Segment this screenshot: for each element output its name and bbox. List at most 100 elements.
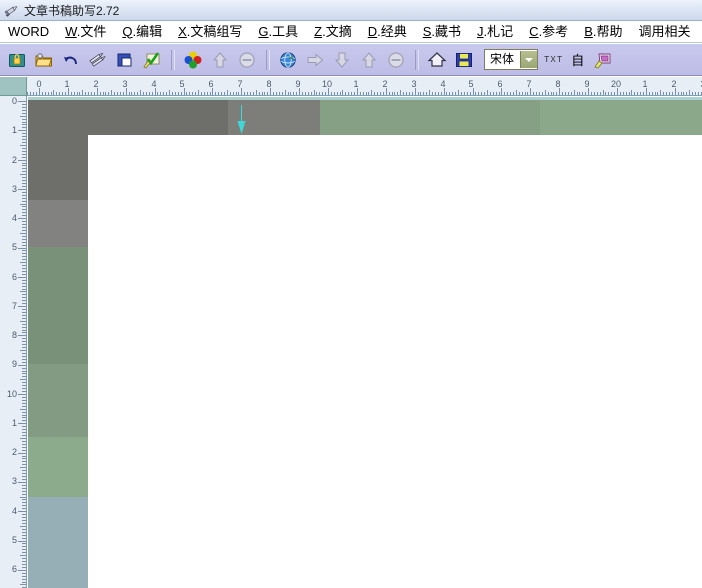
ruler-tick	[290, 92, 291, 95]
menu-item-label: .编辑	[132, 23, 163, 39]
ruler-tick	[643, 92, 644, 95]
ruler-tick	[91, 92, 92, 95]
home-icon[interactable]	[424, 47, 450, 73]
menu-item-notes[interactable]: J.札记	[469, 22, 521, 42]
ruler-tick	[175, 92, 176, 95]
ruler-corner[interactable]	[0, 77, 27, 96]
menu-item-file[interactable]: W.文件	[57, 22, 114, 42]
text-caret-arrow	[236, 105, 247, 135]
ruler-tick	[22, 376, 26, 377]
ruler-tick	[22, 529, 26, 530]
undo-icon[interactable]	[58, 47, 84, 73]
pencils-icon[interactable]	[85, 47, 111, 73]
lock-folder-icon[interactable]	[4, 47, 30, 73]
font-select-value: 宋体	[490, 52, 515, 66]
menu-item-label: WORD	[8, 23, 50, 39]
ruler-label: 10	[6, 389, 17, 399]
ruler-tick	[192, 92, 193, 95]
ruler-tick	[484, 92, 485, 95]
ruler-tick	[617, 88, 618, 95]
menu-item-library[interactable]: S.藏书	[415, 22, 469, 42]
ruler-tick	[435, 92, 436, 95]
ruler-tick	[426, 92, 427, 95]
ruler-tick	[18, 541, 26, 542]
menu-bar[interactable]: WORD W.文件 Q.编辑 X.文稿组写 G.工具 Z.文摘 D.经典 S.藏书 J.札记 C.…	[0, 21, 702, 43]
ruler-tick	[340, 92, 341, 95]
ruler-tick	[608, 92, 609, 95]
globe-icon[interactable]	[275, 47, 301, 73]
arrow-right-icon[interactable]	[302, 47, 328, 73]
ruler-tick	[22, 119, 26, 120]
ruler-tick	[152, 92, 153, 95]
ruler-tick	[22, 397, 26, 398]
ruler-tick	[22, 104, 26, 105]
ruler-tick	[22, 186, 26, 187]
ruler-tick	[22, 289, 26, 290]
ruler-tick	[22, 265, 26, 266]
menu-item-compose[interactable]: X.文稿组写	[170, 22, 250, 42]
menu-hotkey: Q	[122, 23, 133, 39]
ruler-tick	[100, 92, 101, 95]
horizontal-ruler[interactable]: 01234567891012345678920123	[27, 77, 702, 96]
menu-item-invoke[interactable]: 调用相关	[630, 22, 698, 42]
ruler-tick	[22, 517, 26, 518]
ruler-tick	[22, 435, 26, 436]
menu-item-digest[interactable]: Z.文摘	[306, 22, 360, 42]
ruler-tick	[186, 92, 187, 95]
tool-bar[interactable]: 宋体 TXT 自	[0, 44, 702, 76]
window-copy-icon[interactable]	[112, 47, 138, 73]
ruler-tick	[82, 90, 83, 95]
vertical-ruler[interactable]: 0123456789101234567	[0, 96, 27, 588]
ruler-tick	[626, 92, 627, 95]
ruler-tick	[22, 576, 26, 577]
ruler-tick	[455, 92, 456, 95]
ruler-label: 2	[671, 79, 677, 89]
ruler-tick	[316, 92, 317, 95]
ruler-tick	[18, 218, 26, 219]
open-folder-icon[interactable]	[31, 47, 57, 73]
menu-item-classic[interactable]: D.经典	[360, 22, 415, 42]
ruler-tick	[548, 92, 549, 95]
color-balls-icon[interactable]	[180, 47, 206, 73]
arrow-up-icon[interactable]	[356, 47, 382, 73]
ruler-label: 7	[526, 79, 532, 89]
menu-item-refs[interactable]: C.参考	[521, 22, 576, 42]
chevron-down-icon[interactable]	[520, 51, 538, 68]
ruler-label: 9	[295, 79, 301, 89]
ruler-tick	[85, 92, 86, 95]
txt-format-label[interactable]: TXT	[544, 55, 563, 65]
minus-circle-2-icon[interactable]	[383, 47, 409, 73]
menu-item-edit[interactable]: Q.编辑	[114, 22, 170, 42]
menu-hotkey: X	[178, 23, 187, 39]
document-page[interactable]	[88, 135, 702, 588]
arrow-down-icon[interactable]	[329, 47, 355, 73]
ruler-label: 1	[11, 125, 17, 135]
ruler-tick	[114, 92, 115, 95]
arrow-up-grey-icon[interactable]	[207, 47, 233, 73]
ruler-tick	[631, 90, 632, 95]
ruler-tick	[22, 180, 26, 181]
ruler-tick	[331, 92, 332, 95]
ruler-tick	[22, 567, 26, 568]
ruler-tick	[452, 92, 453, 95]
ruler-label: 4	[440, 79, 446, 89]
ruler-tick	[319, 92, 320, 95]
minus-circle-icon[interactable]	[234, 47, 260, 73]
document-canvas[interactable]	[28, 97, 702, 588]
save-icon[interactable]	[451, 47, 477, 73]
menu-item-tools[interactable]: G.工具	[250, 22, 306, 42]
menu-item-word[interactable]: WORD	[0, 22, 57, 42]
ruler-tick	[22, 538, 26, 539]
ruler-tick	[571, 92, 572, 95]
paint-brush-icon[interactable]	[590, 47, 616, 73]
menu-hotkey: Z	[314, 23, 323, 39]
font-select[interactable]: 宋体	[484, 49, 539, 70]
ruler-tick	[20, 262, 26, 263]
auto-label[interactable]: 自	[571, 50, 584, 69]
menu-item-help[interactable]: B.帮助	[576, 22, 630, 42]
ruler-tick	[22, 520, 26, 521]
check-brush-icon[interactable]	[139, 47, 165, 73]
ruler-tick	[501, 88, 502, 95]
ruler-tick	[22, 385, 26, 386]
ruler-tick	[20, 145, 26, 146]
